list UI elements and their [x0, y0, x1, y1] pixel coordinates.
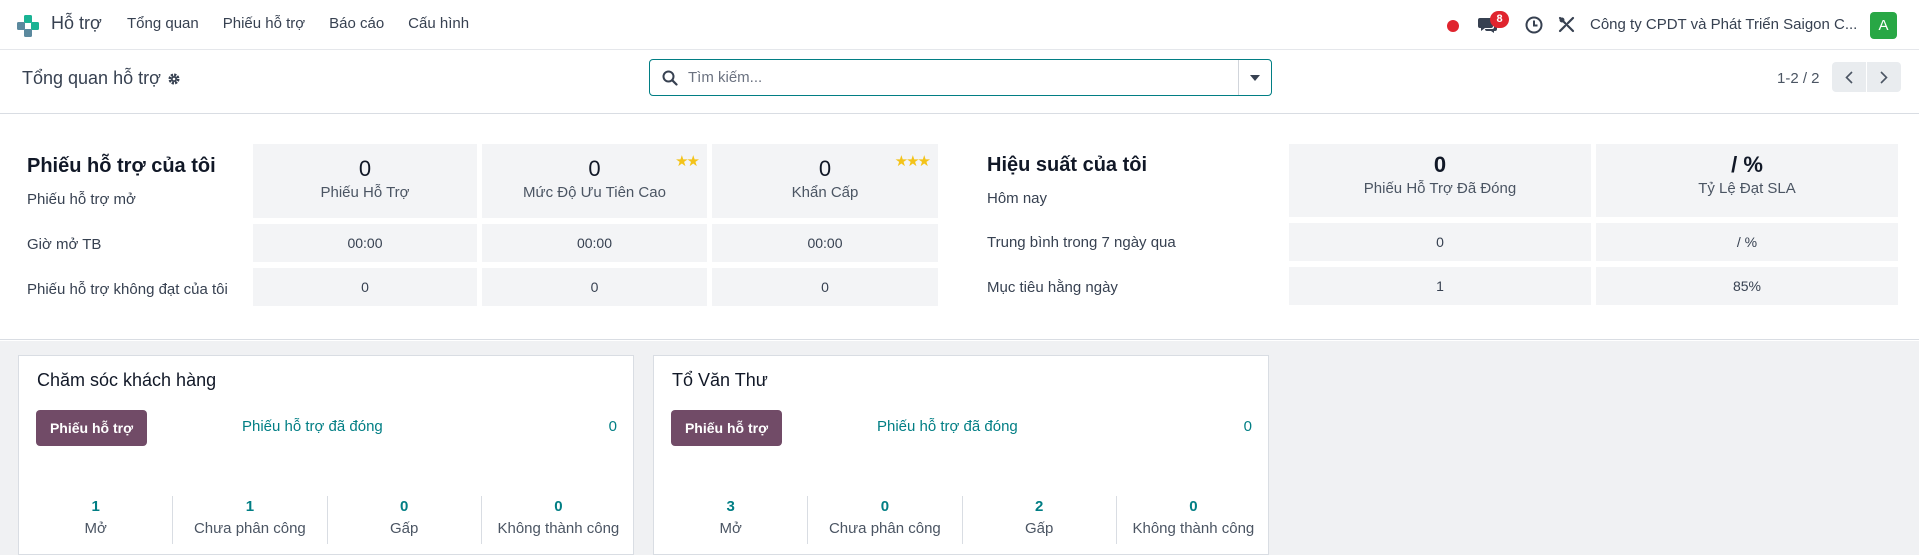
- stat-label: Tỷ Lệ Đạt SLA: [1698, 180, 1796, 197]
- metric-label: Chưa phân công: [828, 520, 941, 537]
- activity-clock-icon[interactable]: [1525, 16, 1543, 34]
- metric-label: Gấp: [1024, 520, 1054, 537]
- debug-tools-icon[interactable]: [1558, 16, 1575, 33]
- avg-hours-urgent[interactable]: 00:00: [712, 224, 938, 262]
- stat-label: Phiếu Hỗ Trợ: [320, 184, 410, 201]
- search-options-toggle[interactable]: [1238, 60, 1271, 95]
- menu-item-tickets[interactable]: Phiếu hỗ trợ: [223, 15, 305, 32]
- chevron-right-icon: [1880, 70, 1888, 84]
- menu-item-reporting[interactable]: Báo cáo: [329, 15, 384, 32]
- metric-value: 0: [554, 498, 563, 515]
- stat-open-tickets[interactable]: 0 Phiếu Hỗ Trợ: [253, 144, 477, 218]
- metric-label: Không thành công: [1132, 520, 1255, 537]
- metric-value: 0: [880, 498, 890, 515]
- metric-unassigned[interactable]: 1 Chưa phân công: [173, 496, 328, 544]
- closed-tickets-count[interactable]: 0: [609, 418, 617, 435]
- search-input[interactable]: [688, 69, 1228, 86]
- control-panel: Tổng quan hỗ trợ 1-2 / 2: [0, 50, 1919, 114]
- top-navbar: Hỗ trợ Tổng quan Phiếu hỗ trợ Báo cáo Cấ…: [0, 0, 1919, 50]
- page-title: Tổng quan hỗ trợ: [22, 68, 161, 88]
- stat-label: Mức Độ Ưu Tiên Cao: [523, 184, 666, 201]
- metric-failed[interactable]: 0 Không thành công: [482, 496, 635, 544]
- gear-icon[interactable]: [167, 72, 181, 86]
- helpdesk-app-icon[interactable]: [16, 14, 40, 38]
- row-label-avg-open-hours: Giờ mở TB: [27, 236, 102, 253]
- metric-value: 2: [1034, 498, 1044, 515]
- failed-urgent[interactable]: 0: [712, 268, 938, 306]
- stat-closed-today[interactable]: 0 Phiếu Hỗ Trợ Đã Đóng: [1289, 144, 1591, 217]
- closed-daily-target[interactable]: 1: [1289, 267, 1591, 305]
- metric-open[interactable]: 1 Mở: [19, 496, 174, 544]
- user-avatar[interactable]: A: [1870, 12, 1897, 39]
- closed-avg-7-days: 0: [1289, 223, 1591, 261]
- pager-value[interactable]: 1-2 / 2: [1777, 70, 1820, 87]
- stat-value: 0: [588, 156, 601, 181]
- team-name[interactable]: Tổ Văn Thư: [672, 370, 768, 391]
- stat-value: 0: [818, 156, 832, 181]
- main-menu: Tổng quan Phiếu hỗ trợ Báo cáo Cấu hình: [127, 15, 493, 32]
- team-metrics: 1 Mở 1 Chưa phân công 0 Gấp 0 Không thàn…: [19, 496, 635, 544]
- sla-avg-7-days: / %: [1596, 223, 1898, 261]
- stat-urgent[interactable]: ★★★ 0 Khẩn Cấp: [712, 144, 938, 218]
- stat-label: Phiếu Hỗ Trợ Đã Đóng: [1363, 180, 1517, 197]
- metric-label: Mở: [84, 520, 107, 537]
- search-bar: [649, 59, 1272, 96]
- chevron-left-icon: [1845, 70, 1853, 84]
- metric-value: 3: [726, 498, 735, 515]
- metric-unassigned[interactable]: 0 Chưa phân công: [808, 496, 963, 544]
- row-label-avg-7-days: Trung bình trong 7 ngày qua: [987, 234, 1176, 251]
- team-kanban: Chăm sóc khách hàng Phiếu hỗ trợ Phiếu h…: [0, 341, 1919, 555]
- stat-sla-rate-today[interactable]: / % Tỷ Lệ Đạt SLA: [1596, 144, 1898, 217]
- metric-value: 1: [245, 498, 255, 515]
- my-tickets-title: Phiếu hỗ trợ của tôi: [27, 155, 216, 177]
- breadcrumb: Tổng quan hỗ trợ: [22, 68, 181, 89]
- tickets-button[interactable]: Phiếu hỗ trợ: [671, 410, 782, 446]
- metric-label: Mở: [719, 520, 742, 537]
- team-card: Tổ Văn Thư Phiếu hỗ trợ Phiếu hỗ trợ đã …: [653, 355, 1269, 555]
- stat-value: / %: [1731, 152, 1763, 177]
- metric-value: 0: [1189, 498, 1198, 515]
- menu-item-configuration[interactable]: Cấu hình: [408, 15, 469, 32]
- search-icon: [662, 70, 678, 86]
- metric-label: Gấp: [389, 520, 419, 537]
- pager-next-button[interactable]: [1867, 62, 1901, 92]
- stat-value: 0: [1433, 152, 1447, 177]
- stats-panel: Phiếu hỗ trợ của tôi Phiếu hỗ trợ mở Giờ…: [0, 115, 1919, 340]
- metric-urgent[interactable]: 0 Gấp: [328, 496, 482, 544]
- metric-value: 1: [91, 498, 100, 515]
- metric-open[interactable]: 3 Mở: [654, 496, 809, 544]
- team-name[interactable]: Chăm sóc khách hàng: [37, 370, 216, 391]
- message-count-badge: 8: [1490, 11, 1509, 28]
- closed-tickets-link[interactable]: Phiếu hỗ trợ đã đóng: [877, 418, 1018, 435]
- row-label-today: Hôm nay: [987, 190, 1048, 207]
- row-label-failed-tickets: Phiếu hỗ trợ không đạt của tôi: [27, 281, 228, 298]
- sla-daily-target[interactable]: 85%: [1596, 267, 1898, 305]
- pager-previous-button[interactable]: [1832, 62, 1866, 92]
- row-label-open-tickets: Phiếu hỗ trợ mở: [27, 191, 136, 208]
- avg-hours-high-priority[interactable]: 00:00: [482, 224, 707, 262]
- failed-high-priority[interactable]: 0: [482, 268, 707, 306]
- closed-tickets-link[interactable]: Phiếu hỗ trợ đã đóng: [242, 418, 383, 435]
- metric-label: Chưa phân công: [193, 520, 306, 537]
- row-label-daily-target: Mục tiêu hằng ngày: [987, 279, 1118, 296]
- recording-indicator-icon[interactable]: [1447, 20, 1459, 32]
- tickets-button[interactable]: Phiếu hỗ trợ: [36, 410, 147, 446]
- failed-open[interactable]: 0: [253, 268, 477, 306]
- menu-item-overview[interactable]: Tổng quan: [127, 15, 199, 32]
- team-metrics: 3 Mở 0 Chưa phân công 2 Gấp 0 Không thàn…: [654, 496, 1270, 544]
- team-card: Chăm sóc khách hàng Phiếu hỗ trợ Phiếu h…: [18, 355, 634, 555]
- app-name[interactable]: Hỗ trợ: [51, 13, 102, 34]
- metric-label: Không thành công: [497, 520, 620, 537]
- stat-high-priority[interactable]: ★★ 0 Mức Độ Ưu Tiên Cao: [482, 144, 707, 218]
- metric-urgent[interactable]: 2 Gấp: [963, 496, 1117, 544]
- closed-tickets-count[interactable]: 0: [1244, 418, 1252, 435]
- metric-failed[interactable]: 0 Không thành công: [1117, 496, 1270, 544]
- company-switcher[interactable]: Công ty CPDT và Phát Triển Saigon C...: [1590, 16, 1857, 33]
- my-performance-title: Hiệu suất của tôi: [987, 154, 1148, 176]
- stat-label: Khẩn Cấp: [791, 184, 859, 201]
- stat-value: 0: [358, 156, 372, 181]
- caret-down-icon: [1250, 74, 1260, 81]
- metric-value: 0: [399, 498, 409, 515]
- avg-hours-open[interactable]: 00:00: [253, 224, 477, 262]
